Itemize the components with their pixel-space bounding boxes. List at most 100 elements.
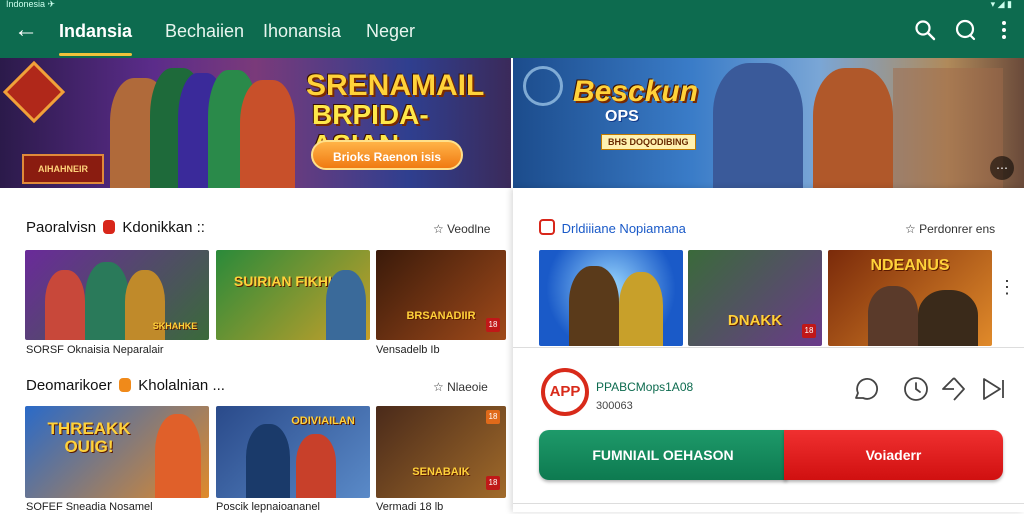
promo-banner-right[interactable]: Besckun OPS BHS DOQODIBING ⋯ <box>513 58 1024 188</box>
game-thumbnail[interactable]: SKHAHKE <box>25 250 209 340</box>
chat-icon <box>955 19 976 41</box>
hero-figure <box>326 270 366 340</box>
app-header: Indonesia ✈ ▾ ◢ ▮ ← Indansia Bechaiien I… <box>0 0 1024 58</box>
section-badge <box>119 378 132 392</box>
thumbnail-title: BRSANADIIR <box>406 310 476 322</box>
bubble-decor <box>523 66 563 106</box>
back-button[interactable]: ← <box>14 18 38 42</box>
tab-ihonansia[interactable]: Ihonansia <box>263 20 341 42</box>
thumbnail-caption: Vensadelb Ib <box>376 344 440 356</box>
section-badge <box>539 219 555 235</box>
game-thumbnail[interactable]: ODIVIAILAN <box>216 406 370 498</box>
hero-figure <box>240 80 295 188</box>
app-logo[interactable]: APP <box>541 368 589 416</box>
banner-right-tag: BHS DOQODIBING <box>601 134 696 150</box>
game-thumbnail[interactable]: NDEANUS <box>828 250 992 346</box>
see-all-link[interactable]: ☆ Nlaeoie <box>433 380 488 394</box>
thumbnail-caption: SORSF Oknaisia Neparalair <box>26 344 164 356</box>
thumbnail-title: SENABAIK <box>412 466 470 478</box>
section-title-text: Drldiiiane Nopiamana <box>561 221 686 236</box>
app-name: PPABCMops1A08 <box>596 380 694 394</box>
banner-logo: AIHAHNEIR <box>22 154 104 184</box>
divider <box>513 347 1024 348</box>
search-button[interactable] <box>913 18 937 42</box>
status-bar: Indonesia ✈ ▾ ◢ ▮ <box>0 0 1024 9</box>
arrow-left-icon: ← <box>14 16 38 43</box>
banner-cta-button[interactable]: Brioks Raenon isis <box>311 140 463 170</box>
hero-figure <box>868 286 918 346</box>
share-icon <box>942 377 965 401</box>
banner-title-line1: SRENAMAIL <box>306 69 485 102</box>
hero-figure <box>85 262 129 340</box>
thumbnail-caption: Poscik lepnaioananel <box>216 501 320 513</box>
status-right: ▾ ◢ ▮ <box>990 0 1012 9</box>
play-icon <box>983 378 1004 400</box>
clock-button[interactable] <box>901 374 931 404</box>
chat-button[interactable] <box>953 18 977 42</box>
comment-icon <box>855 377 879 400</box>
banner-more-button[interactable]: ⋯ <box>990 156 1014 180</box>
age-rating-badge: 18 <box>802 324 816 338</box>
game-thumbnail[interactable] <box>539 250 683 346</box>
thumbnail-caption: SOFEF Sneadia Nosamel <box>26 501 153 513</box>
thumbnail-title: DNAKK <box>727 312 783 329</box>
status-left: Indonesia ✈ <box>6 0 56 9</box>
play-button[interactable] <box>978 374 1008 404</box>
promo-banner-left[interactable]: AIHAHNEIR SRENAMAIL BRPIDA-ASIAN Brioks … <box>0 58 511 188</box>
hero-figure <box>569 266 619 346</box>
section-title: Drldiiiane Nopiamana <box>539 219 686 238</box>
hero-figure <box>813 68 893 188</box>
shield-emblem <box>2 60 66 124</box>
share-button[interactable] <box>938 374 968 404</box>
see-all-label: Veodlne <box>447 222 491 236</box>
divider <box>513 503 1024 504</box>
hero-figure <box>45 270 85 340</box>
section-badge <box>103 220 116 234</box>
comment-button[interactable] <box>850 374 880 404</box>
game-thumbnail[interactable]: THREAKK OUIG! <box>25 406 209 498</box>
hero-figure <box>296 434 336 498</box>
thumbnail-title: ODIVIAILAN <box>291 415 355 427</box>
thumbnail-title: NDEANUS <box>870 257 950 274</box>
section-title-tail: Kholalnian ... <box>138 377 225 394</box>
clock-icon <box>904 377 928 401</box>
left-panel: Paoralvisn Kdonikkan :: ☆ Veodlne SKHAHK… <box>0 188 511 513</box>
see-all-link[interactable]: ☆ Perdonrer ens <box>905 222 995 236</box>
app-subtext: 300063 <box>596 400 633 412</box>
hero-figure <box>713 63 803 188</box>
age-rating-badge: 18 <box>486 410 500 424</box>
search-icon <box>915 20 936 41</box>
see-all-label: Nlaeoie <box>447 380 488 394</box>
game-thumbnail[interactable]: SUIRIAN FIKHIGS <box>216 250 370 340</box>
building-decor <box>893 68 1003 188</box>
game-thumbnail[interactable]: BRSANADIIR 18 <box>376 250 506 340</box>
section-title: Deomarikoer Kholalnian ... <box>26 377 225 395</box>
tab-indansia[interactable]: Indansia <box>59 20 133 56</box>
more-vert-button[interactable] <box>992 18 1016 42</box>
tab-bechaiien[interactable]: Bechaiien <box>165 20 244 42</box>
primary-action-button[interactable]: FUMNIAIL OEHASON <box>539 430 787 480</box>
hero-figure <box>619 272 663 346</box>
section-title-text: Deomarikoer <box>26 377 112 394</box>
hero-figure <box>918 290 978 346</box>
thumbnail-caption: Vermadi 18 lb <box>376 501 444 513</box>
thumbnail-title: THREAKK OUIG! <box>47 419 131 456</box>
section-title: Paoralvisn Kdonikkan :: <box>26 219 205 237</box>
more-icon: ⋯ <box>996 161 1008 175</box>
banner-right-title: Besckun <box>573 75 699 108</box>
more-vert-button[interactable]: ⋮ <box>998 278 1016 296</box>
section-title-tail: Kdonikkan :: <box>122 219 205 236</box>
hero-figure <box>246 424 290 498</box>
age-rating-badge: 18 <box>486 476 500 490</box>
see-all-link[interactable]: ☆ Veodlne <box>433 222 490 236</box>
more-vert-icon: ⋮ <box>998 277 1016 297</box>
see-all-label: Perdonrer ens <box>919 222 996 236</box>
banner-right-subtitle: OPS <box>605 108 639 125</box>
tab-neger[interactable]: Neger <box>366 20 415 42</box>
section-title-text: Paoralvisn <box>26 219 97 236</box>
game-thumbnail[interactable]: DNAKK 18 <box>688 250 822 346</box>
game-thumbnail[interactable]: SENABAIK 18 18 <box>376 406 506 498</box>
secondary-action-button[interactable]: Voiaderr <box>784 430 1003 480</box>
more-vert-icon <box>1002 21 1006 39</box>
hero-figure <box>155 414 201 498</box>
